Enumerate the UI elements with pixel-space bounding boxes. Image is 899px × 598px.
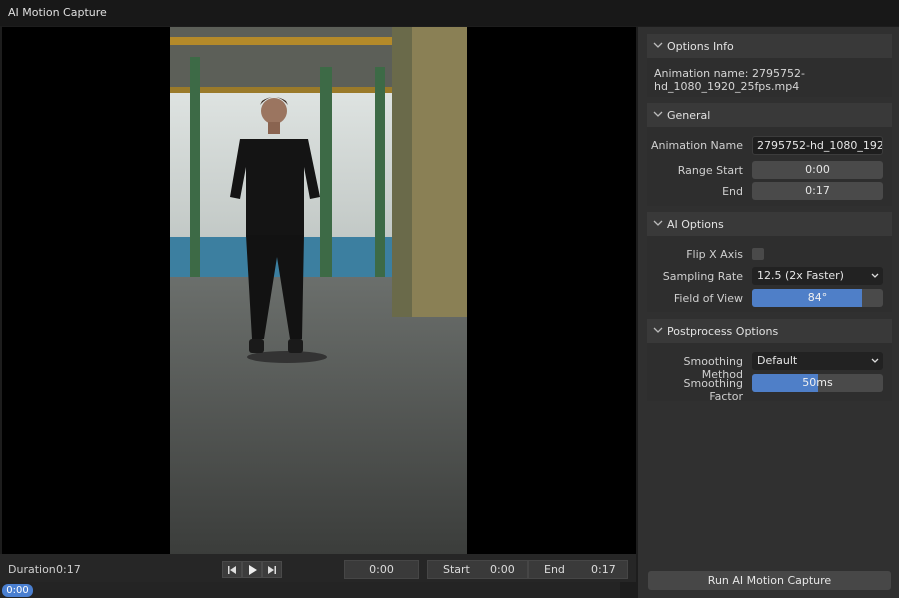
chevron-down-icon [653, 220, 663, 226]
timeline-scrubber[interactable] [0, 582, 620, 598]
sampling-rate-label: Sampling Rate [662, 270, 743, 283]
ai-options-title: AI Options [667, 218, 724, 231]
flip-x-label: Flip X Axis [686, 248, 743, 261]
video-viewer[interactable] [2, 27, 636, 554]
start-value: 0:00 [490, 563, 515, 576]
ai-options-header[interactable]: AI Options [647, 212, 892, 236]
postprocess-title: Postprocess Options [667, 325, 779, 338]
range-end-label: End [722, 185, 743, 198]
end-value: 0:17 [591, 563, 616, 576]
timeline-playhead[interactable]: 0:00 [2, 584, 33, 597]
range-start-field[interactable]: 0:00 [752, 161, 883, 179]
range-start-label: Range Start [677, 164, 743, 177]
range-end-field[interactable]: 0:17 [752, 182, 883, 200]
animation-name-input[interactable]: 2795752-hd_1080_1920_ [752, 136, 883, 155]
fov-value: 84° [807, 291, 828, 304]
animation-name-label: Animation Name [650, 139, 743, 152]
postprocess-header[interactable]: Postprocess Options [647, 319, 892, 343]
end-label: End [544, 563, 565, 576]
duration-label: Duration [8, 563, 56, 576]
skip-forward-icon [268, 565, 276, 574]
start-label: Start [443, 563, 470, 576]
smoothing-factor-label: Smoothing Factor [683, 377, 743, 403]
animation-name-info: Animation name: 2795752- hd_1080_1920_25… [654, 67, 805, 93]
smoothing-method-select[interactable]: Default [752, 352, 883, 370]
smoothing-factor-slider[interactable]: 50ms [752, 374, 883, 392]
end-time-field[interactable]: End 0:17 [528, 560, 628, 579]
options-info-header[interactable]: Options Info [647, 34, 892, 58]
chevron-down-icon [653, 42, 663, 48]
window-title: AI Motion Capture [8, 6, 107, 19]
skip-forward-button[interactable] [262, 561, 282, 578]
video-frame [170, 27, 467, 554]
animation-name-line1: Animation name: 2795752- [654, 67, 805, 80]
flip-x-checkbox[interactable] [752, 248, 764, 260]
sampling-rate-value: 12.5 (2x Faster) [757, 269, 844, 282]
general-header[interactable]: General [647, 103, 892, 127]
smoothing-factor-value: 50ms [802, 376, 833, 389]
start-time-field[interactable]: Start 0:00 [427, 560, 528, 579]
smoothing-method-value: Default [757, 354, 798, 367]
run-ai-motion-capture-button[interactable]: Run AI Motion Capture [648, 571, 891, 590]
title-bar: AI Motion Capture [0, 0, 899, 26]
play-icon [249, 564, 257, 575]
current-time-field[interactable]: 0:00 [344, 560, 419, 579]
chevron-down-icon [871, 358, 879, 363]
skip-back-button[interactable] [222, 561, 242, 578]
fov-label: Field of View [673, 292, 743, 305]
sampling-rate-select[interactable]: 12.5 (2x Faster) [752, 267, 883, 285]
chevron-down-icon [871, 273, 879, 278]
skip-back-icon [228, 565, 236, 574]
options-info-body: Animation name: 2795752- hd_1080_1920_25… [647, 58, 892, 97]
chevron-down-icon [653, 111, 663, 117]
general-title: General [667, 109, 711, 122]
duration-value: 0:17 [56, 563, 81, 576]
fov-slider[interactable]: 84° [752, 289, 883, 307]
chevron-down-icon [653, 327, 663, 333]
play-button[interactable] [242, 561, 262, 578]
animation-name-line2: hd_1080_1920_25fps.mp4 [654, 80, 800, 93]
options-info-title: Options Info [667, 40, 734, 53]
